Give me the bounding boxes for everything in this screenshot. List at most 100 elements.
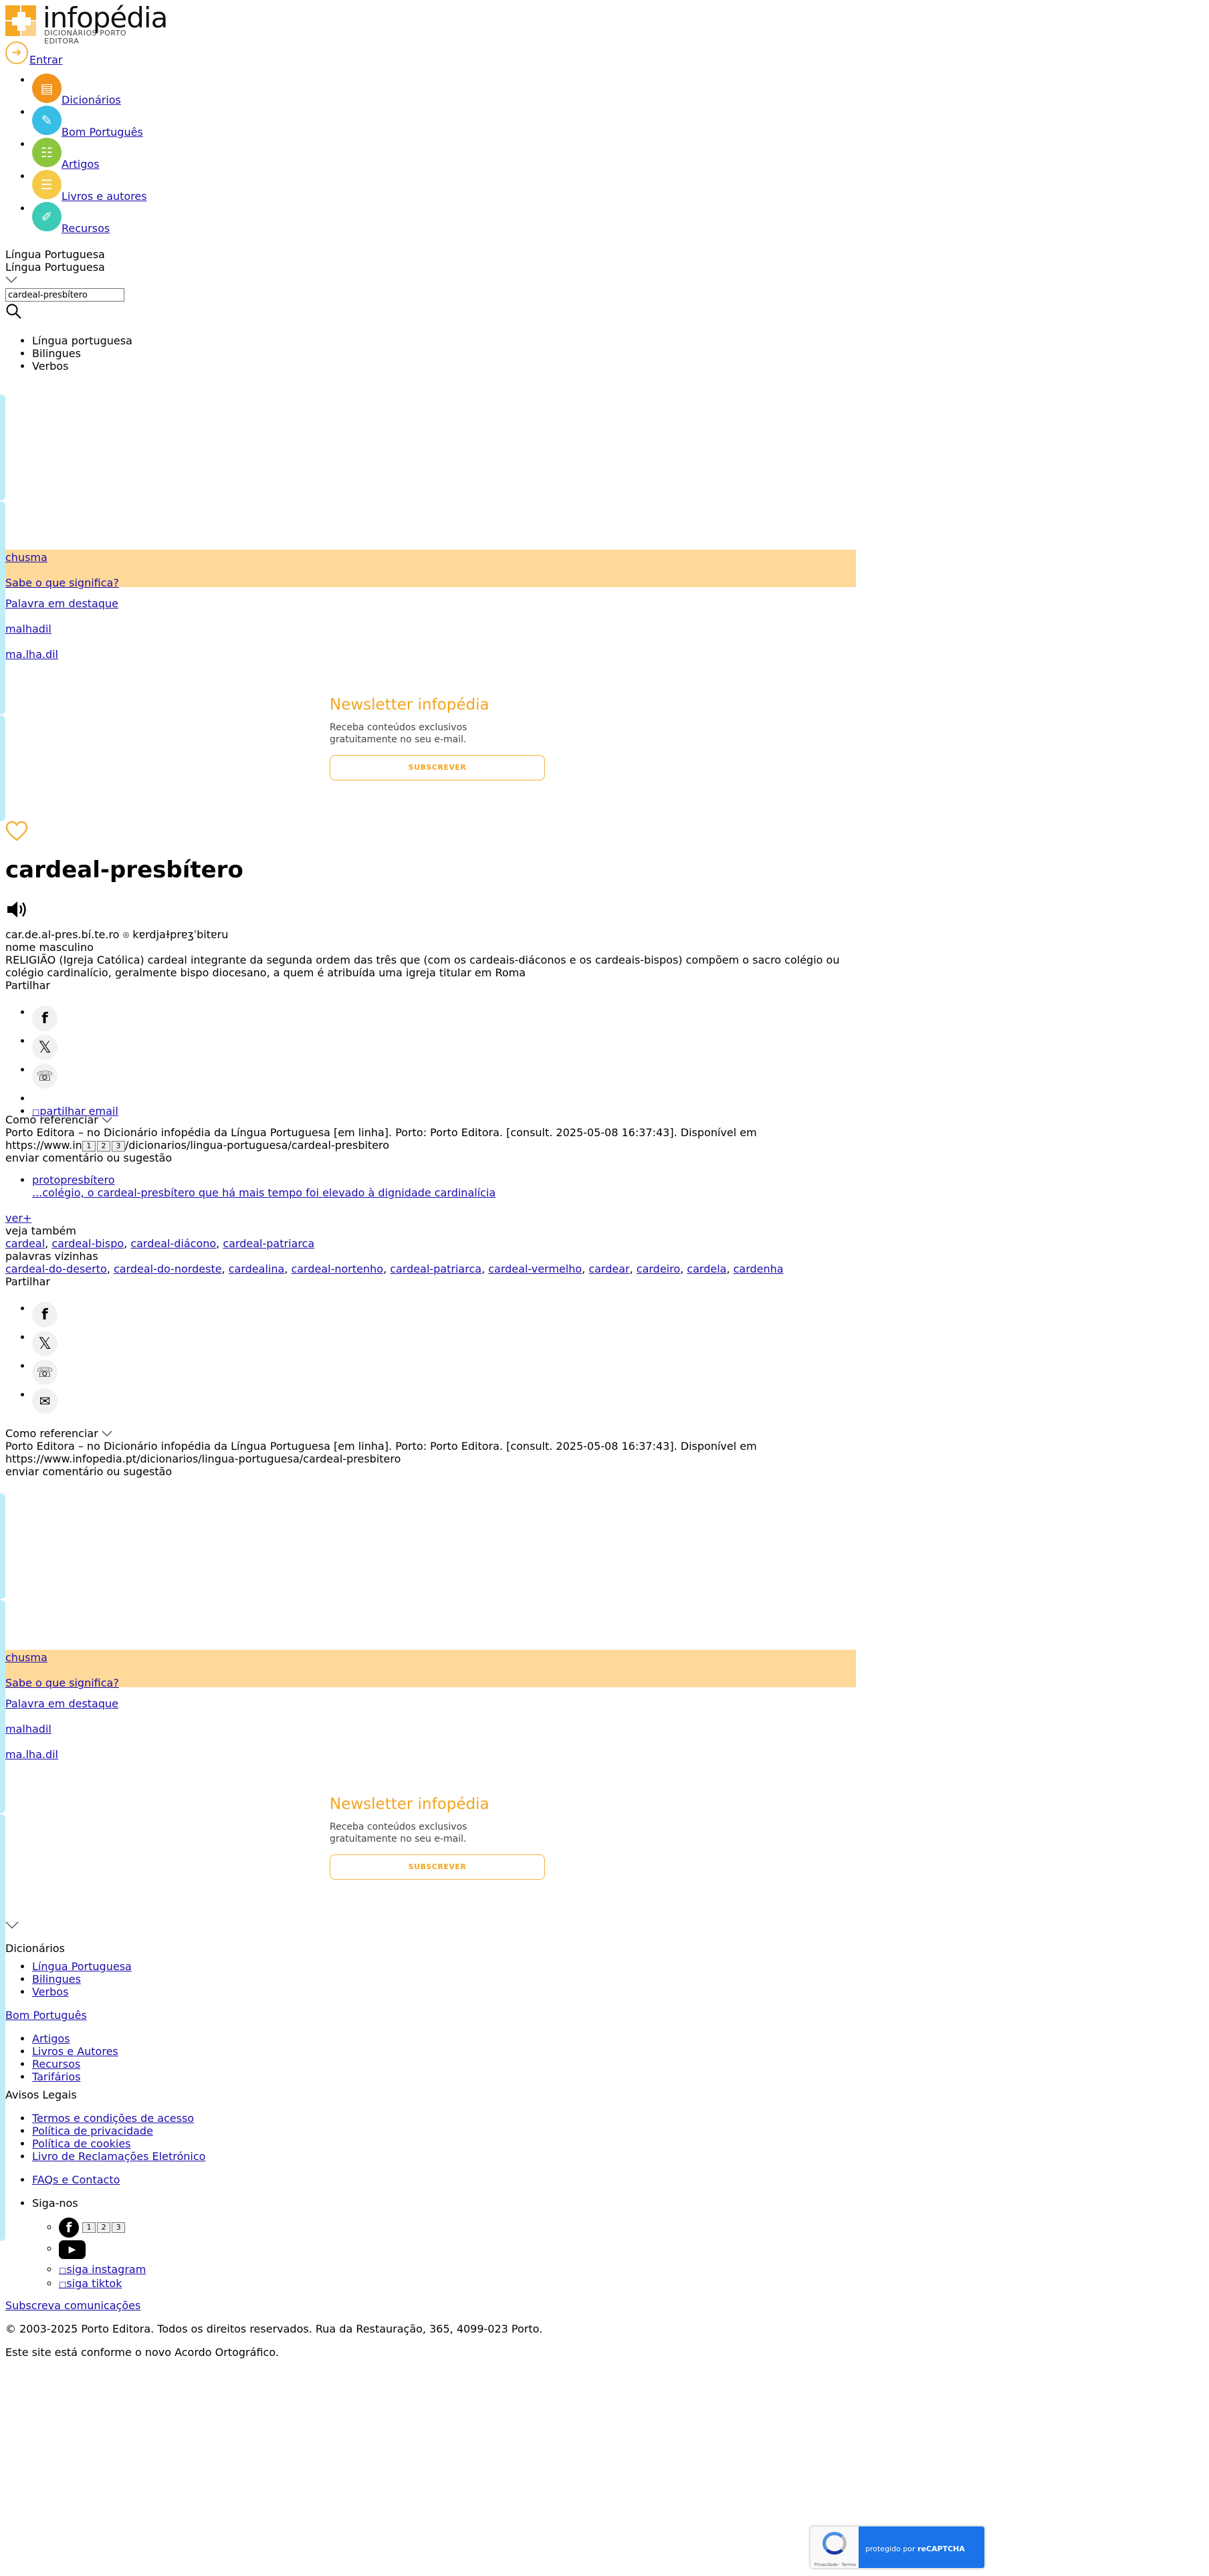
share-whatsapp[interactable]: ☏	[32, 1063, 118, 1092]
neighbor-link[interactable]: cardenha	[734, 1263, 784, 1275]
footer-link[interactable]: Bilingues	[32, 1973, 81, 1985]
chevron-down-icon[interactable]	[5, 276, 17, 284]
facebook-icon[interactable]: f	[32, 1302, 58, 1327]
featured-word-link[interactable]: malhadil	[5, 623, 51, 635]
tiny-buttons[interactable]: 123	[82, 2222, 126, 2233]
tiny-buttons[interactable]: 123	[82, 1140, 125, 1152]
neighbor-link[interactable]: cardeiro	[637, 1263, 680, 1275]
neighbor-link[interactable]: cardeal-vermelho	[488, 1263, 582, 1275]
subscribe-button[interactable]: SUBSCREVER	[330, 755, 545, 780]
nav-item-bom-portugues[interactable]: ✎ Bom Português	[32, 106, 407, 138]
footer-link[interactable]: Tarifários	[32, 2070, 81, 2083]
tiny-button[interactable]: 2	[97, 2222, 111, 2233]
neighbor-link[interactable]: cardeal-nortenho	[291, 1263, 383, 1275]
social-youtube[interactable]: ▶	[59, 2240, 875, 2263]
neighbor-link[interactable]: cardeal-do-deserto	[5, 1263, 107, 1275]
tiny-button[interactable]: 1	[82, 1140, 96, 1152]
x-icon[interactable]: 𝕏	[32, 1035, 58, 1060]
youtube-icon[interactable]: ▶	[59, 2240, 86, 2259]
cite-toggle[interactable]: Como referenciar	[5, 1113, 875, 1126]
nav-item-livros[interactable]: ☰ Livros e autores	[32, 170, 407, 203]
see-also-link[interactable]: cardeal	[5, 1237, 45, 1250]
nav-item-artigos[interactable]: ☷ Artigos	[32, 138, 407, 171]
language-selected[interactable]: Língua Portuguesa	[5, 261, 105, 274]
neighbor-link[interactable]: cardela	[687, 1263, 726, 1275]
search-icon[interactable]	[5, 303, 23, 320]
footer-link[interactable]: Termos e condições de acesso	[32, 2112, 194, 2125]
footer-faq-link[interactable]: FAQs e Contacto	[32, 2173, 120, 2186]
recaptcha-badge[interactable]: Privacidade · Termos protegido por reCAP…	[810, 2527, 984, 2568]
neighbor-link[interactable]: cardealina	[229, 1263, 285, 1275]
footer-link[interactable]: Política de privacidade	[32, 2125, 153, 2137]
share-facebook[interactable]: f	[32, 1006, 118, 1035]
subscribe-button-2[interactable]: SUBSCREVER	[330, 1854, 545, 1880]
featured-syllables-link-2[interactable]: ma.lha.dil	[5, 1748, 58, 1761]
comment-link[interactable]: enviar comentário ou sugestão	[5, 1152, 875, 1164]
chevron-down-icon[interactable]	[102, 1430, 112, 1437]
word-of-day-cta[interactable]: Sabe o que significa?	[5, 576, 119, 589]
featured-label-link-2[interactable]: Palavra em destaque	[5, 1697, 118, 1710]
facebook-icon[interactable]: f	[59, 2218, 79, 2238]
word-of-day-cta-2[interactable]: Sabe o que significa?	[5, 1677, 119, 1689]
tiny-button[interactable]: 3	[111, 1140, 125, 1152]
footer-link[interactable]: Artigos	[32, 2032, 70, 2045]
comment-link-2[interactable]: enviar comentário ou sugestão	[5, 1465, 875, 1478]
example-word-link[interactable]: protopresbítero	[32, 1174, 115, 1186]
social-instagram[interactable]: □siga instagram	[59, 2263, 875, 2277]
nav-link-artigos[interactable]: Artigos	[62, 158, 100, 171]
social-tiktok[interactable]: □siga tiktok	[59, 2277, 875, 2291]
tiktok-link[interactable]: □siga tiktok	[59, 2277, 122, 2290]
language-selector[interactable]: Língua Portuguesa Língua Portuguesa	[5, 248, 105, 286]
recaptcha-small[interactable]: Privacidade · Termos	[814, 2559, 856, 2568]
footer-link[interactable]: Livros e Autores	[32, 2045, 118, 2058]
nav-link-bom-portugues[interactable]: Bom Português	[62, 126, 143, 138]
option-lingua-portuguesa[interactable]: Língua portuguesa	[32, 334, 132, 347]
featured-syllables-link[interactable]: ma.lha.dil	[5, 648, 58, 661]
see-also-link[interactable]: cardeal-patriarca	[223, 1237, 314, 1250]
nav-item-recursos[interactable]: ✐ Recursos	[32, 202, 407, 235]
option-bilingues[interactable]: Bilingues	[32, 347, 132, 360]
footer-link[interactable]: Verbos	[32, 1985, 68, 1998]
facebook-icon[interactable]: f	[32, 1006, 58, 1031]
social-facebook[interactable]: f 123	[59, 2218, 875, 2240]
see-more-link[interactable]: ver+	[5, 1212, 31, 1224]
word-of-day-link[interactable]: chusma	[5, 551, 47, 564]
email-icon[interactable]: ✉	[32, 1388, 58, 1414]
example-text-link[interactable]: ...colégio, o cardeal-presbítero que há …	[32, 1186, 496, 1199]
share-email-1[interactable]	[32, 1092, 118, 1105]
see-also-link[interactable]: cardeal-diácono	[130, 1237, 216, 1250]
x-icon[interactable]: 𝕏	[32, 1331, 58, 1356]
instagram-link[interactable]: □siga instagram	[59, 2263, 146, 2276]
word-of-day-box[interactable]: chusma Sabe o que significa?	[5, 550, 856, 589]
nav-link-recursos[interactable]: Recursos	[62, 222, 110, 235]
neighbor-link[interactable]: cardeal-patriarca	[390, 1263, 481, 1275]
word-of-day-box-2[interactable]: chusma Sabe o que significa?	[5, 1650, 856, 1689]
subscribe-comms-link[interactable]: Subscreva comunicações	[5, 2299, 140, 2312]
footer-link[interactable]: Política de cookies	[32, 2137, 131, 2150]
nav-item-dicionarios[interactable]: ▤ Dicionários	[32, 74, 407, 106]
featured-label-link[interactable]: Palavra em destaque	[5, 597, 118, 610]
footer-bom-portugues-link[interactable]: Bom Português	[5, 2009, 87, 2022]
footer-link[interactable]: Língua Portuguesa	[32, 1960, 132, 1973]
favorite-heart-icon[interactable]	[5, 821, 28, 842]
nav-link-livros[interactable]: Livros e autores	[62, 190, 147, 203]
neighbor-link[interactable]: cardeal-do-nordeste	[114, 1263, 222, 1275]
site-logo[interactable]: infopédia DICIONÁRIOS PORTO EDITORA	[5, 3, 168, 45]
share-x[interactable]: 𝕏	[32, 1035, 118, 1063]
search-input[interactable]	[5, 288, 124, 302]
whatsapp-icon[interactable]: ☏	[32, 1063, 58, 1089]
chevron-down-icon[interactable]	[102, 1117, 112, 1123]
tiny-button[interactable]: 1	[82, 2222, 96, 2233]
footer-link[interactable]: Recursos	[32, 2058, 80, 2070]
whatsapp-icon[interactable]: ☏	[32, 1360, 58, 1385]
cite-toggle-2[interactable]: Como referenciar	[5, 1427, 875, 1440]
featured-word-link-2[interactable]: malhadil	[5, 1723, 51, 1735]
see-also-link[interactable]: cardeal-bispo	[51, 1237, 124, 1250]
tiny-button[interactable]: 2	[96, 1140, 110, 1152]
tiny-button[interactable]: 3	[112, 2222, 126, 2233]
nav-link-dicionarios[interactable]: Dicionários	[62, 94, 121, 106]
login-link[interactable]: Entrar	[29, 53, 62, 66]
chevron-down-icon[interactable]	[5, 1921, 19, 1929]
speaker-icon[interactable]	[5, 899, 28, 920]
word-of-day-link-2[interactable]: chusma	[5, 1651, 47, 1664]
